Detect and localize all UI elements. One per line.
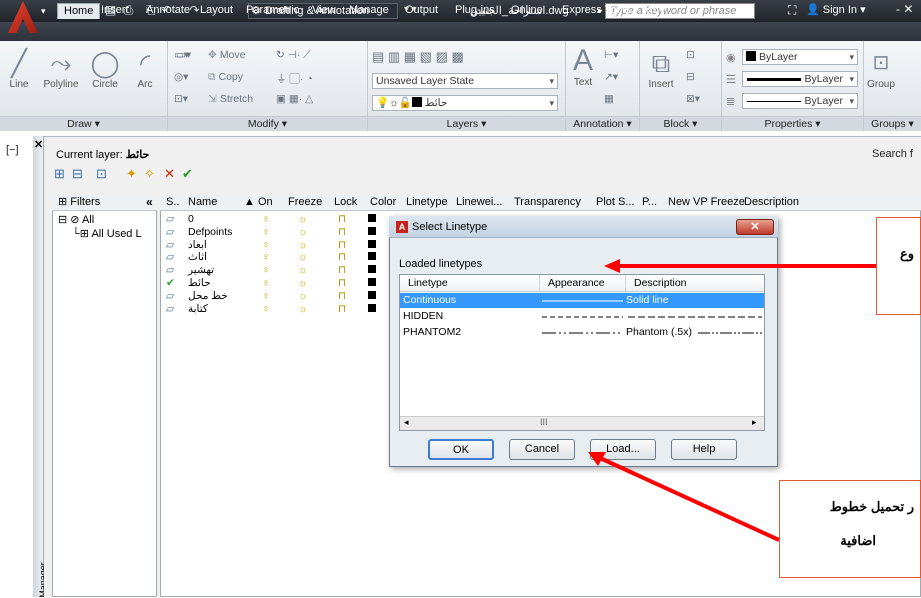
arrow-bottom-line <box>599 456 780 542</box>
arrow-top-head <box>604 259 620 273</box>
annotation-arrows <box>588 259 876 542</box>
